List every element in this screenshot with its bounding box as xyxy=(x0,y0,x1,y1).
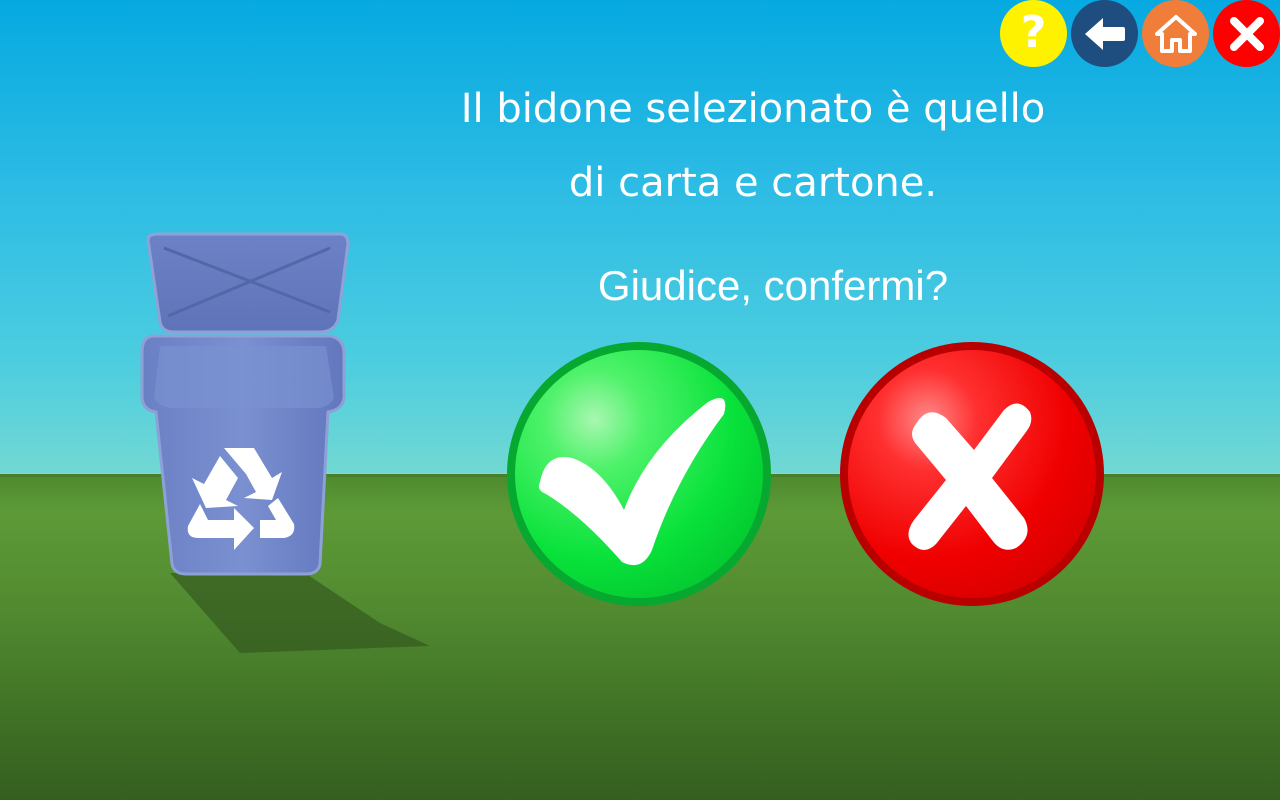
question-text: Giudice, confermi? xyxy=(597,262,949,309)
back-button[interactable] xyxy=(1071,0,1138,67)
blue-paper-bin xyxy=(140,232,430,653)
question-mark-icon: ? xyxy=(1020,6,1047,58)
home-button[interactable] xyxy=(1142,0,1209,67)
bin-lid xyxy=(146,232,350,334)
help-button[interactable]: ? xyxy=(1000,0,1067,67)
arrow-left-icon xyxy=(1084,17,1125,50)
close-icon xyxy=(1229,16,1264,51)
confirm-button[interactable] xyxy=(506,340,772,608)
close-button[interactable] xyxy=(1213,0,1280,67)
home-icon xyxy=(1154,14,1197,53)
game-scene: Il bidone selezionato è quello di carta … xyxy=(0,0,1280,800)
bin-shadow xyxy=(170,573,430,653)
reject-button[interactable] xyxy=(838,340,1106,608)
message-line-2: di carta e cartone. xyxy=(568,160,938,206)
message-line-1: Il bidone selezionato è quello xyxy=(460,86,1046,132)
